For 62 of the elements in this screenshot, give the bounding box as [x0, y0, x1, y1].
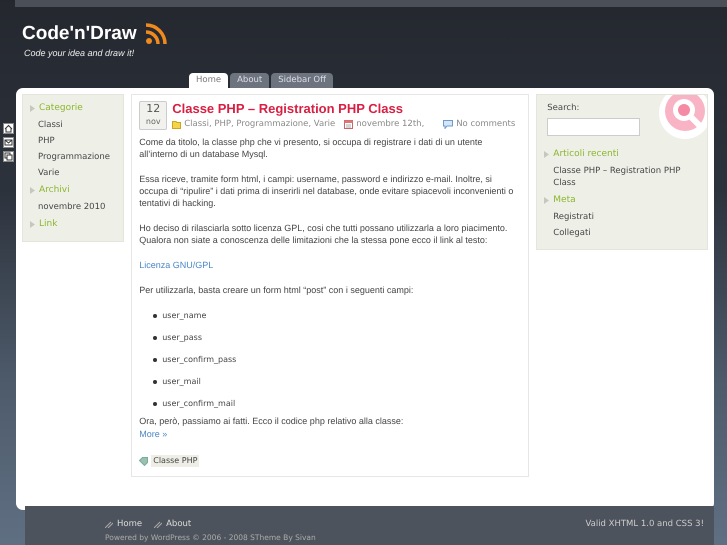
more-link[interactable]: More »	[139, 428, 522, 440]
post-paragraph: Essa riceve, tramite form html, i campi: username, password e indirizzo e-mail. Inoltre, si occupa di “ripulire” i dati prima di inserirli nel database, onde evitare spiacevoli inconvenienti o tentativi di hacking.	[139, 173, 514, 209]
triangle-icon	[30, 104, 35, 112]
sidebar-heading: Articoli recenti	[553, 149, 619, 159]
sidebar-link[interactable]: Classi	[23, 117, 124, 133]
folder-icon	[172, 120, 182, 128]
date-day: 12	[140, 102, 166, 116]
sidebar-link[interactable]: Varie	[23, 165, 124, 181]
date-month: nov	[144, 116, 162, 127]
list-item: user_confirm_mail	[162, 398, 236, 410]
bullet-icon	[153, 402, 158, 406]
triangle-icon	[30, 186, 35, 194]
post-paragraph: Per utilizzarla, basta creare un form html “post” con i seguenti campi:	[139, 284, 414, 296]
calendar-icon	[344, 120, 354, 128]
footer-link[interactable]: About	[166, 519, 192, 529]
list-item: user_pass	[162, 332, 202, 344]
sidebar-link[interactable]: novembre 2010	[23, 199, 124, 215]
comments-link[interactable]: No comments	[456, 119, 516, 129]
window-icon	[3, 151, 14, 162]
sidebar-link[interactable]: Collegati	[541, 225, 707, 241]
slash-icon	[105, 520, 113, 528]
footer-link[interactable]: Home	[117, 519, 142, 529]
list-item: user_mail	[162, 376, 201, 388]
post-tag[interactable]: Classe PHP	[151, 455, 200, 467]
sidebar-heading: Archivi	[39, 185, 70, 195]
post-categories[interactable]: Classi, PHP, Programmazione, Varie	[184, 119, 336, 129]
validity-note: Valid XHTML 1.0 and CSS 3!	[585, 519, 704, 529]
bullet-icon	[153, 314, 158, 318]
post-title[interactable]: Classe PHP – Registration PHP Class	[172, 101, 522, 117]
mail-icon	[3, 137, 14, 148]
rss-icon	[144, 23, 167, 45]
sidebar-heading: Meta	[553, 195, 576, 205]
sidebar-heading: Link	[39, 219, 58, 229]
post-date: novembre 12th,	[356, 119, 424, 129]
list-item: user_name	[162, 310, 206, 322]
tag-icon	[139, 456, 148, 466]
post-paragraph: Ora, però, passiamo ai fatti. Ecco il codice php relativo alla classe:	[139, 415, 404, 427]
comment-icon	[443, 120, 454, 128]
bullet-icon	[153, 380, 158, 384]
nav-tab[interactable]: Home	[189, 73, 228, 88]
post-paragraph: Come da titolo, la classe php che vi presento, si occupa di registrare i dati di un utente all’interno di un database Mysql.	[139, 136, 484, 160]
post-link[interactable]: Licenza GNU/GPL	[139, 259, 522, 271]
triangle-icon	[544, 150, 550, 158]
search-label: Search:	[547, 103, 580, 113]
nav-tab[interactable]: Sidebar Off	[271, 73, 333, 88]
search-field[interactable]	[547, 118, 640, 136]
triangle-icon	[544, 196, 550, 204]
nav-tab[interactable]: About	[230, 73, 270, 88]
site-title[interactable]: Code'n'Draw	[22, 23, 137, 45]
list-item: user_confirm_pass	[162, 354, 236, 366]
triangle-icon	[30, 220, 35, 228]
site-tagline: Code your idea and draw it!	[24, 48, 136, 58]
sidebar-link[interactable]: Registrati	[541, 209, 707, 225]
bullet-icon	[153, 358, 158, 362]
slash-icon	[154, 520, 162, 528]
bullet-icon	[153, 336, 158, 340]
sidebar-heading: Categorie	[39, 103, 83, 113]
sidebar-link[interactable]: PHP	[23, 133, 124, 149]
home-icon	[3, 123, 14, 134]
sidebar-link[interactable]: Programmazione	[23, 149, 124, 165]
post-paragraph: Ho deciso di rilasciarla sotto licenza GPL, cosi che tutti possano utilizzarla a loro piacimento. Qualora non siate a conoscenza delle limitazioni che la stessa pone ecco il link al testo:	[139, 222, 508, 246]
sidebar-link[interactable]: Classe PHP – Registration PHP Class	[541, 163, 707, 191]
